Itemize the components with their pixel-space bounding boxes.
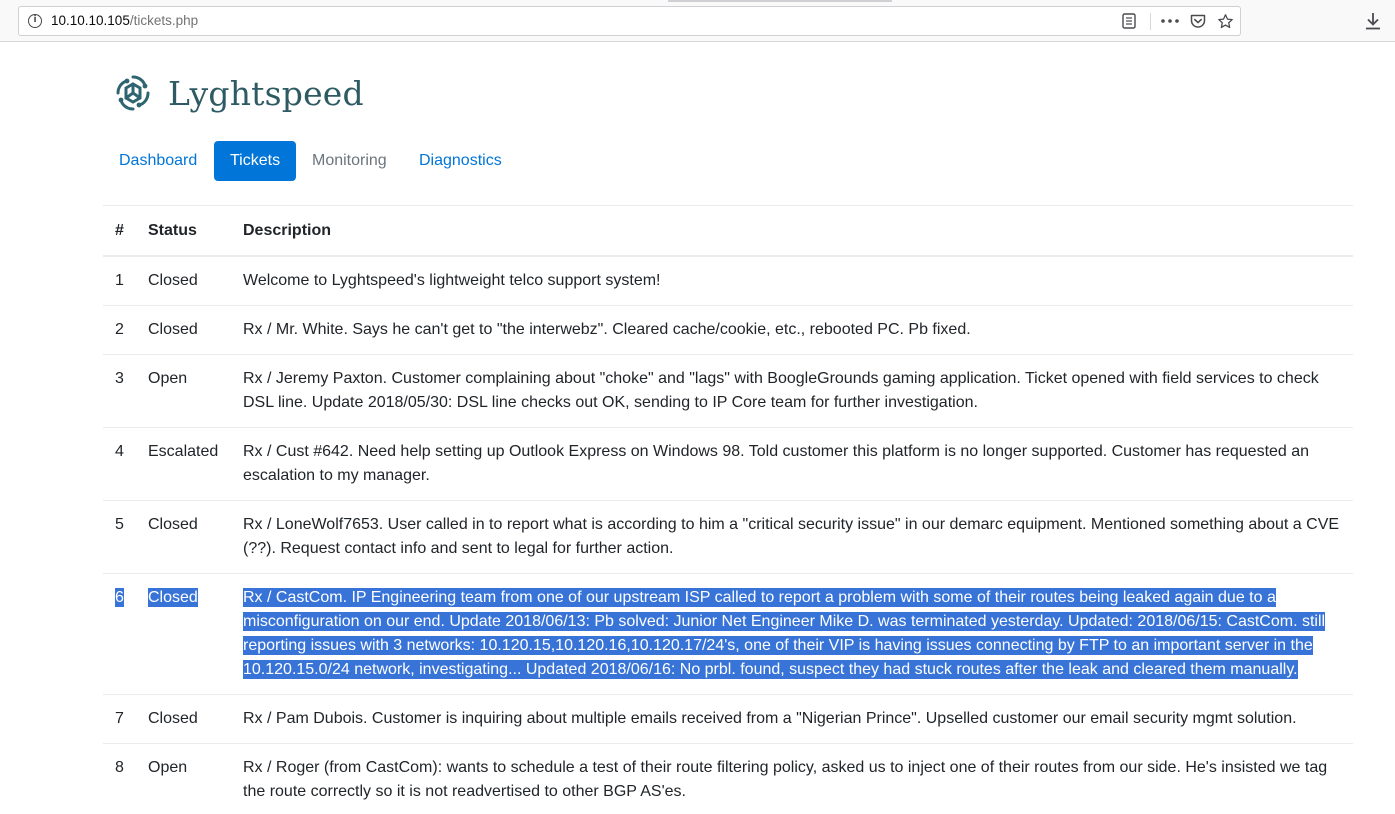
ticket-description: Rx / Jeremy Paxton. Customer complaining… [231,354,1353,428]
header-description: Description [231,205,1353,257]
ticket-description: Rx / Pam Dubois. Customer is inquiring a… [231,694,1353,744]
ticket-status: Escalated [136,427,231,501]
table-row: 2 Closed Rx / Mr. White. Says he can't get… [103,305,1353,355]
ticket-number: 1 [103,255,136,306]
url-path: /tickets.php [129,13,199,28]
ticket-status: Open [136,743,231,814]
ticket-status: Open [136,354,231,428]
nav-tickets[interactable]: Tickets [214,141,296,181]
ticket-description: Rx / CastCom. IP Engineering team from o… [231,573,1353,695]
ticket-status: Closed [136,305,231,355]
ticket-number: 7 [103,694,136,744]
ticket-description: Rx / Roger (from CastCom): wants to sche… [231,743,1353,814]
table-row: 4 Escalated Rx / Cust #642. Need help sett… [103,427,1353,501]
ticket-description: Rx / LoneWolf7653. User called in to rep… [231,500,1353,574]
tickets-table: # Status Description 1 Closed Welcome to L… [103,205,1353,814]
bookmark-star-icon[interactable] [1215,11,1235,31]
ticket-number: 8 [103,743,136,814]
table-body: 1 Closed Welcome to Lyghtspeed's lightweig… [103,255,1353,814]
tab-indicator [668,0,892,2]
table-row: 6 Closed Rx / CastCom. IP Engineering team… [103,573,1353,695]
reader-view-icon[interactable] [1119,11,1139,31]
address-bar[interactable]: i 10.10.10.105/tickets.php [18,6,1241,36]
ticket-status: Closed [136,500,231,574]
table-header-row: # Status Description [103,205,1353,257]
pocket-icon[interactable] [1188,11,1208,31]
table-row: 5 Closed Rx / LoneWolf7653. User called in… [103,500,1353,574]
header-number: # [103,205,136,257]
ticket-number: 3 [103,354,136,428]
brand-logo-icon [116,75,150,111]
brand[interactable]: Lyghtspeed [112,70,364,116]
table-row: 3 Open Rx / Jeremy Paxton. Customer compla… [103,354,1353,428]
ticket-status: Closed [136,573,231,695]
table-row: 8 Open Rx / Roger (from CastCom): wants to… [103,743,1353,814]
download-icon[interactable] [1362,10,1384,32]
brand-name: Lyghtspeed [168,73,364,113]
ticket-description: Rx / Cust #642. Need help setting up Out… [231,427,1353,501]
main-nav: Dashboard Tickets Monitoring Diagnostics [103,141,523,181]
browser-toolbar: i 10.10.10.105/tickets.php [0,0,1395,42]
ticket-status-text: Closed [148,588,198,607]
ticket-number: 4 [103,427,136,501]
url-text[interactable]: 10.10.10.105/tickets.php [51,13,198,28]
toolbar-separator [1150,13,1151,30]
nav-dashboard[interactable]: Dashboard [103,141,214,181]
url-host: 10.10.10.105 [51,13,130,28]
ticket-number: 5 [103,500,136,574]
table-row: 7 Closed Rx / Pam Dubois. Customer is inqu… [103,694,1353,744]
nav-diagnostics[interactable]: Diagnostics [403,141,523,181]
ticket-description-text: Rx / CastCom. IP Engineering team from o… [243,588,1326,679]
page-actions-icon[interactable] [1160,11,1180,31]
ticket-description: Rx / Mr. White. Says he can't get to "th… [231,305,1353,355]
table-row: 1 Closed Welcome to Lyghtspeed's lightweig… [103,255,1353,306]
ticket-status: Closed [136,694,231,744]
nav-monitoring[interactable]: Monitoring [296,141,403,181]
site-info-icon[interactable]: i [28,14,42,28]
ticket-status: Closed [136,255,231,306]
header-status: Status [136,205,231,257]
ticket-number: 6 [103,573,136,695]
ticket-description: Welcome to Lyghtspeed's lightweight telc… [231,255,1353,306]
ticket-number: 2 [103,305,136,355]
ticket-number-text: 6 [115,588,124,607]
